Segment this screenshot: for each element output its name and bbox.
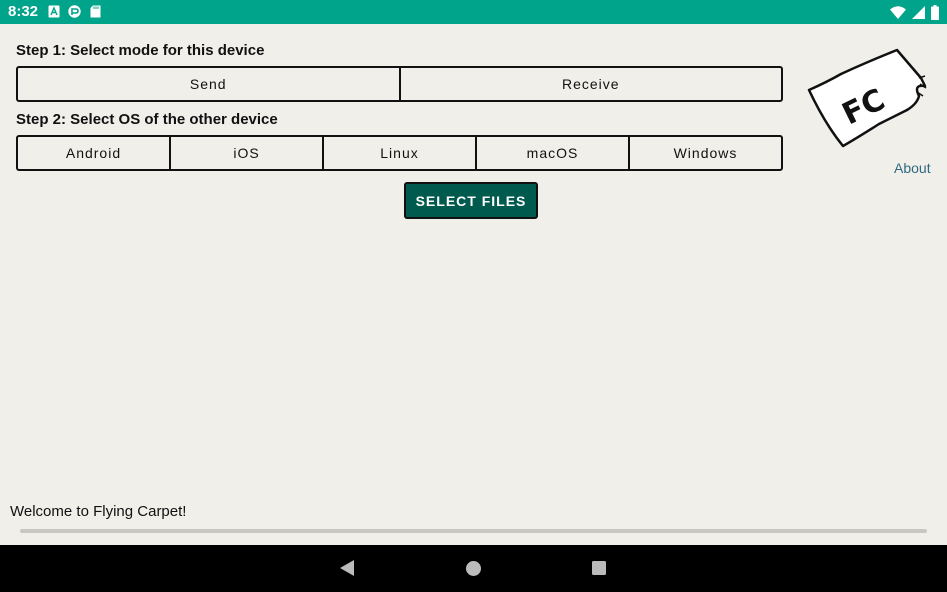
progress-bar	[20, 529, 927, 533]
recents-icon[interactable]	[591, 560, 607, 576]
step1-label: Step 1: Select mode for this device	[16, 42, 265, 59]
select-files-button[interactable]: SELECT FILES	[404, 182, 538, 219]
home-icon[interactable]	[465, 560, 482, 577]
status-time: 8:32	[8, 3, 39, 20]
navigation-bar	[0, 545, 947, 592]
os-ios-button[interactable]: iOS	[169, 137, 322, 169]
wifi-icon	[890, 5, 906, 19]
about-link[interactable]: About	[894, 160, 931, 176]
sd-card-icon	[90, 5, 101, 18]
os-linux-button[interactable]: Linux	[322, 137, 475, 169]
send-button[interactable]: Send	[18, 68, 399, 100]
flying-carpet-logo: FC	[807, 48, 927, 148]
signal-icon	[912, 5, 925, 19]
vpn-icon	[68, 5, 81, 18]
os-macos-button[interactable]: macOS	[475, 137, 628, 169]
battery-icon	[931, 4, 939, 20]
os-windows-button[interactable]: Windows	[628, 137, 781, 169]
a-icon	[48, 5, 60, 18]
welcome-message: Welcome to Flying Carpet!	[10, 503, 187, 520]
receive-button[interactable]: Receive	[398, 68, 782, 100]
mode-selector: Send Receive	[16, 66, 783, 102]
back-icon[interactable]	[339, 559, 355, 577]
os-selector: Android iOS Linux macOS Windows	[16, 135, 783, 171]
os-android-button[interactable]: Android	[18, 137, 169, 169]
step2-label: Step 2: Select OS of the other device	[16, 111, 278, 128]
status-bar: 8:32	[0, 0, 947, 24]
